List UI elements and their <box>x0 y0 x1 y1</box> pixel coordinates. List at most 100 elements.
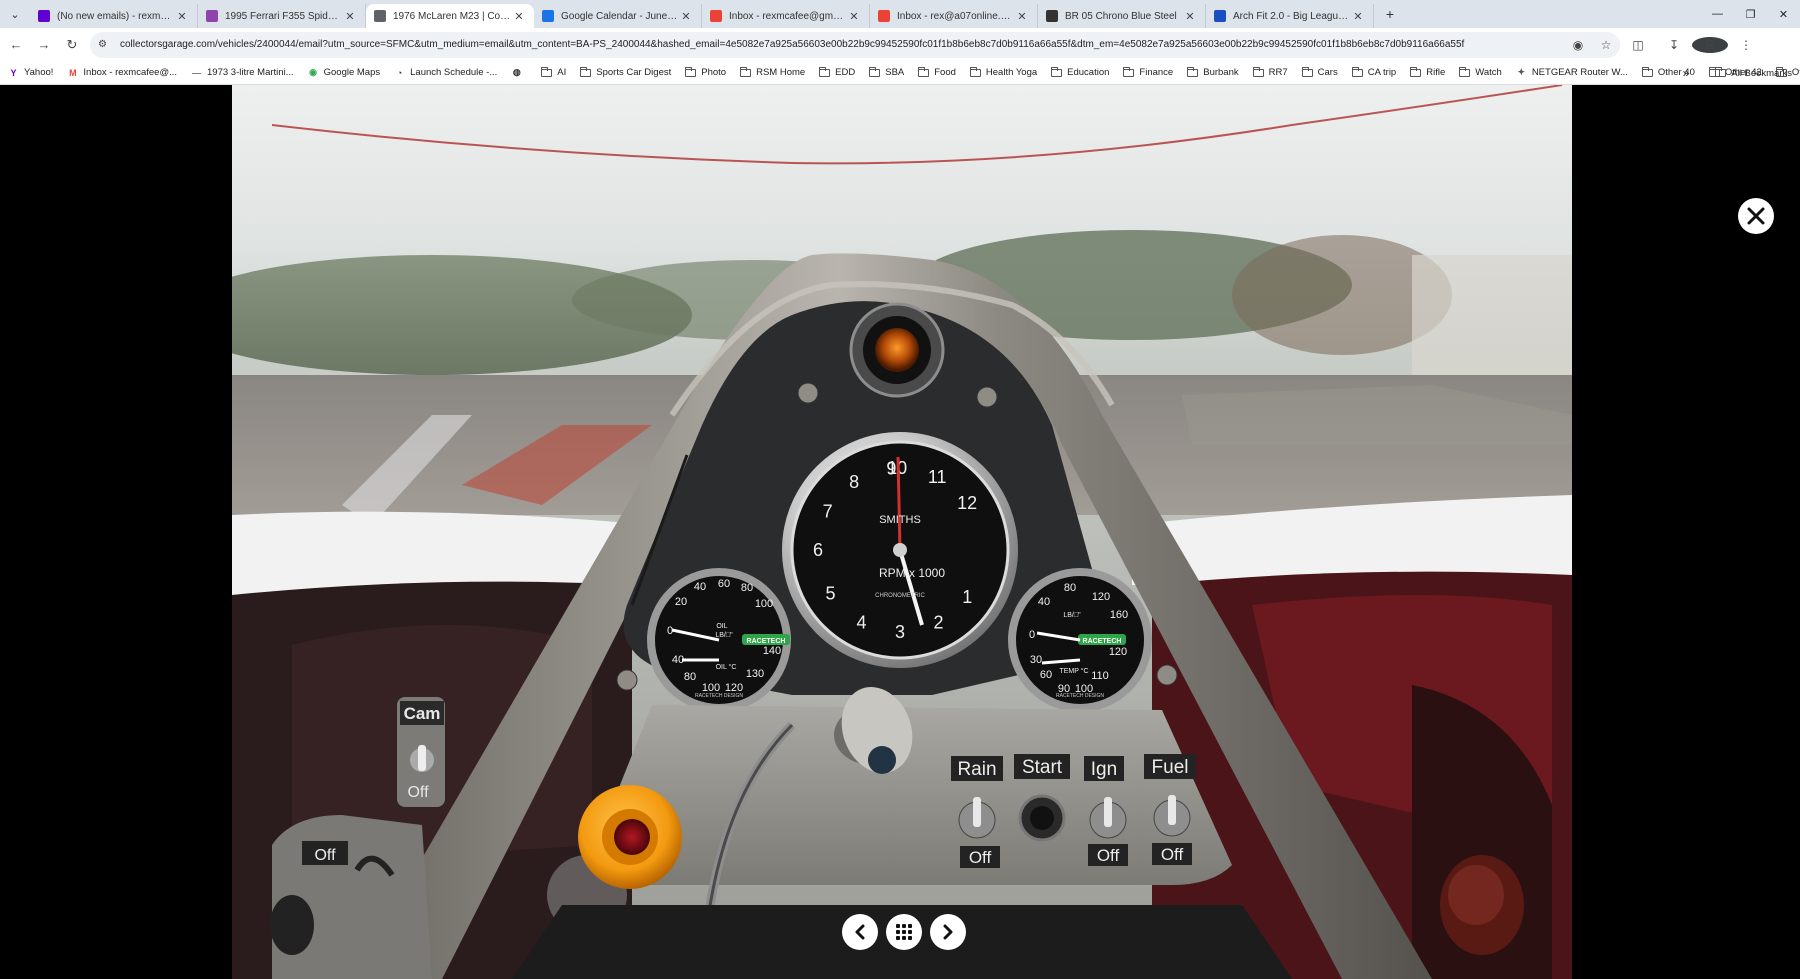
close-tab-icon[interactable]: ✕ <box>512 10 526 23</box>
browser-tab[interactable]: Arch Fit 2.0 - Big League | SKECHERS✕ <box>1206 4 1374 28</box>
tab-search-chevron-icon[interactable]: ⌄ <box>0 0 30 28</box>
all-bookmarks-label: All Bookmarks <box>1731 67 1792 79</box>
bookmark-item[interactable]: AI <box>541 66 566 78</box>
bookmark-item[interactable]: EDD <box>819 66 856 78</box>
bookmark-item[interactable]: — 1973 3-litre Martini... <box>191 67 294 78</box>
google-icon <box>374 10 386 22</box>
off-label: Off <box>1097 846 1120 865</box>
back-arrow-icon[interactable]: ← <box>4 33 28 57</box>
grid-view-button[interactable] <box>886 914 922 950</box>
kebab-menu-icon[interactable]: ⋮ <box>1728 38 1764 52</box>
browser-tab[interactable]: 1995 Ferrari F355 Spider Motro✕ <box>198 4 366 28</box>
browser-tab[interactable]: Google Calendar - June 2024✕ <box>534 4 702 28</box>
browser-tab[interactable]: Inbox - rex@a07online.com - A✕ <box>870 4 1038 28</box>
bookmark-item[interactable]: Photo <box>685 66 726 78</box>
fuel-gauge-temp-number: 30 <box>1030 654 1042 666</box>
browser-toolbar: ← → ↻ ⚙ collectorsgarage.com/vehicles/24… <box>0 28 1800 61</box>
browser-tab[interactable]: Inbox - rexmcafee@gmail.com✕ <box>702 4 870 28</box>
bookmark-item[interactable]: Rifle <box>1410 66 1445 78</box>
close-tab-icon[interactable]: ✕ <box>1351 10 1365 23</box>
reload-icon[interactable]: ↻ <box>60 33 84 57</box>
close-tab-icon[interactable]: ✕ <box>679 10 693 23</box>
bookmark-item[interactable]: CA trip <box>1351 66 1396 78</box>
tab-title: Google Calendar - June 2024 <box>561 10 679 22</box>
bookmark-item[interactable]: ◔ Launch Schedule -... <box>394 67 497 78</box>
grid-icon <box>896 924 912 940</box>
bookmark-item[interactable]: Health Yoga <box>969 66 1037 78</box>
yahoo-icon: Y <box>10 67 17 78</box>
chevron-left-icon <box>855 924 865 940</box>
new-tab-plus-icon[interactable]: + <box>1378 6 1402 22</box>
close-window-icon[interactable]: ✕ <box>1767 0 1800 28</box>
bookmark-list: Y Yahoo! M Inbox - rexmcafee@... — 1973 3-lit… <box>8 66 1800 78</box>
browser-tab[interactable]: 1976 McLaren M23 | Collectors Garage✕ <box>366 4 534 28</box>
close-tab-icon[interactable]: ✕ <box>1015 10 1029 23</box>
bookmark-icon <box>206 10 218 22</box>
minimize-icon[interactable]: — <box>1701 0 1734 28</box>
folder-icon <box>819 66 831 78</box>
bookmark-label: Yahoo! <box>24 67 54 78</box>
tachometer-number: 11 <box>928 467 947 487</box>
next-image-button[interactable] <box>930 914 966 950</box>
forward-arrow-icon[interactable]: → <box>32 33 56 57</box>
bookmark-item[interactable]: Cars <box>1301 66 1338 78</box>
profile-avatar[interactable]: R <box>1692 36 1728 53</box>
folder-icon <box>1187 66 1199 78</box>
bookmark-item[interactable]: Burbank <box>1187 66 1239 78</box>
bookmark-item[interactable]: ✦ NETGEAR Router W... <box>1516 67 1628 78</box>
browser-tab[interactable]: BR 05 Chrono Blue Steel ✕ <box>1038 4 1206 28</box>
oil-gauge-number: 20 <box>675 596 687 608</box>
eye-slash-icon[interactable]: ◉ <box>1564 38 1592 52</box>
bookmark-item[interactable]: ◉ Google Maps <box>308 67 380 78</box>
tachometer-number: 12 <box>957 493 977 513</box>
tachometer-unit: RPM x 1000 <box>879 566 945 580</box>
url-text[interactable]: collectorsgarage.com/vehicles/2400044/em… <box>120 39 1564 50</box>
previous-image-button[interactable] <box>842 914 878 950</box>
close-tab-icon[interactable]: ✕ <box>1183 10 1197 23</box>
browser-tab[interactable]: (No new emails) - rexmcafee@yahoo.com✕ <box>30 4 198 28</box>
tachometer-number: 7 <box>823 502 833 522</box>
fuel-gauge-temp-label: TEMP °C <box>1059 667 1088 675</box>
bookmark-item[interactable]: ◍ <box>511 67 527 78</box>
fuel-gauge-temp-number: 120 <box>1109 646 1127 658</box>
bookmark-item[interactable]: RSM Home <box>740 66 805 78</box>
chevron-right-icon <box>943 924 953 940</box>
close-tab-icon[interactable]: ✕ <box>175 10 189 23</box>
bookmark-item[interactable]: Food <box>918 66 956 78</box>
all-bookmarks[interactable]: All Bookmarks <box>1715 67 1792 79</box>
download-icon[interactable]: ↧ <box>1656 38 1692 52</box>
calendar-icon <box>542 10 554 22</box>
oil-gauge-number: 40 <box>694 581 706 593</box>
folder-icon <box>918 66 930 78</box>
close-tab-icon[interactable]: ✕ <box>343 10 357 23</box>
bookmark-item[interactable]: M Inbox - rexmcafee@... <box>67 67 177 78</box>
bookmark-item[interactable]: Y Yahoo! <box>8 67 53 78</box>
bookmark-item[interactable]: Watch <box>1459 66 1502 78</box>
oil-gauge-temp-number: 80 <box>684 671 696 683</box>
bookmarks-overflow-icon[interactable]: » <box>1683 66 1690 80</box>
bookmark-item[interactable]: Education <box>1051 66 1109 78</box>
close-tab-icon[interactable]: ✕ <box>847 10 861 23</box>
bookmark-label: EDD <box>835 67 856 78</box>
close-viewer-button[interactable] <box>1738 198 1774 234</box>
bookmark-item[interactable]: Finance <box>1123 66 1173 78</box>
viewer-controls <box>842 914 966 950</box>
folder-icon <box>869 66 881 78</box>
address-bar[interactable]: ⚙ collectorsgarage.com/vehicles/2400044/… <box>90 31 1620 58</box>
folder-icon <box>1715 67 1727 78</box>
bookmark-label: Burbank <box>1203 67 1239 78</box>
folder-icon <box>1459 66 1471 78</box>
switch-label: Start <box>1022 757 1063 778</box>
bookmark-item[interactable]: SBA <box>869 66 904 78</box>
fuel-gauge-number: 160 <box>1110 609 1128 621</box>
oil-gauge-number: 100 <box>755 598 773 610</box>
bookmark-item[interactable]: RR7 <box>1252 66 1288 78</box>
fuel-gauge-temp-number: 60 <box>1040 669 1052 681</box>
star-icon[interactable]: ☆ <box>1592 38 1620 52</box>
oil-gauge-unit: LB/□" <box>715 632 733 639</box>
site-info-icon[interactable]: ⚙ <box>98 39 112 50</box>
extensions-icon[interactable]: ◫ <box>1620 38 1656 52</box>
left-off-label: Off <box>314 847 336 864</box>
bookmark-item[interactable]: Sports Car Digest <box>580 66 671 78</box>
restore-icon[interactable]: ❐ <box>1734 0 1767 28</box>
